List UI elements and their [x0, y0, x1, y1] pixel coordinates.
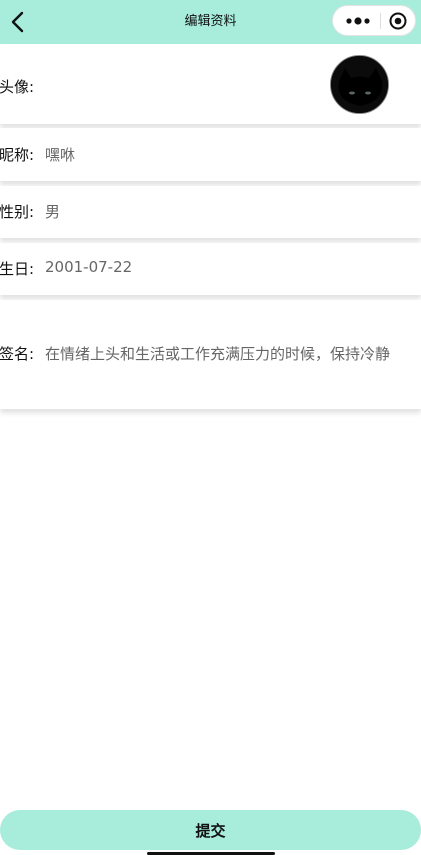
nickname-value: 嘿咻	[45, 146, 76, 164]
avatar[interactable]	[330, 55, 389, 114]
signature-row[interactable]: 签名: 在情绪上头和生活或工作充满压力的时候，保持冷静	[0, 300, 421, 409]
birthday-label: 生日:	[0, 260, 35, 278]
birthday-value: 2001-07-22	[45, 258, 133, 276]
signature-label: 签名:	[0, 345, 35, 363]
nickname-label: 昵称:	[0, 146, 35, 164]
signature-value: 在情绪上头和生活或工作充满压力的时候，保持冷静	[45, 345, 391, 363]
close-miniprogram-button[interactable]	[387, 10, 409, 32]
navigation-bar: 编辑资料	[0, 0, 421, 44]
more-button[interactable]	[343, 6, 373, 35]
gender-label: 性别:	[0, 203, 35, 221]
miniprogram-capsule	[332, 5, 416, 36]
capsule-divider	[380, 13, 381, 29]
more-dots-icon	[346, 16, 370, 25]
submit-button[interactable]: 提交	[0, 810, 421, 850]
gender-row[interactable]: 性别: 男	[0, 186, 421, 238]
gender-value: 男	[45, 203, 61, 221]
target-icon	[389, 12, 407, 30]
nickname-row[interactable]: 昵称: 嘿咻	[0, 128, 421, 181]
birthday-row[interactable]: 生日: 2001-07-22	[0, 243, 421, 295]
avatar-label: 头像:	[0, 78, 35, 96]
black-cat-avatar-image	[331, 56, 388, 113]
